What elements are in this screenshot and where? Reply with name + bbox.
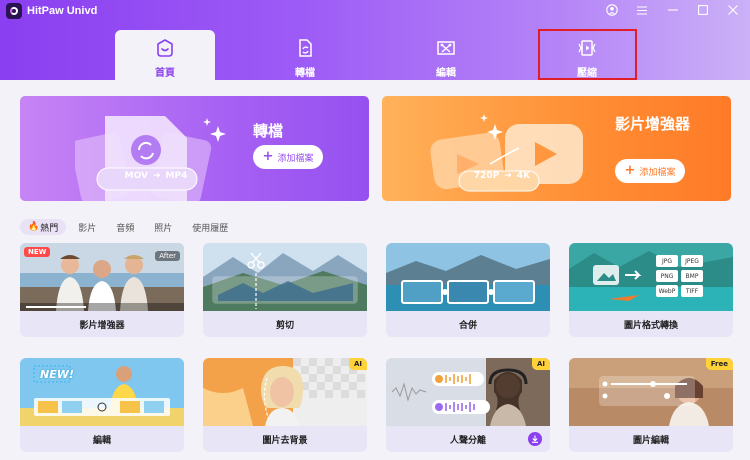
card-label: 編輯 [92,435,111,446]
tab-edit-label: 編輯 [436,68,456,79]
card-label: 圖片編輯 [632,435,669,446]
app-title: HitPaw Univd [27,5,98,17]
convert-banner[interactable]: MOV ➜ MP4 轉檔 + 添加檔案 [20,96,369,201]
card-cut[interactable]: 剪切 [203,243,367,337]
card-vocal-remover[interactable]: AI 人聲分離 [386,358,550,452]
merge-thumbnail [386,243,550,311]
format-chips: JPG JPEG PNG BMP WebP TIFF [656,255,726,297]
arrow-right-icon: ➜ [504,171,512,181]
tab-home[interactable]: 首頁 [115,30,215,80]
card-image-editor[interactable]: Free 圖片編輯 [569,358,733,452]
filter-audio[interactable]: 音頻 [108,219,142,235]
card-video-enhancer[interactable]: NEW After 影片增強器 [20,243,184,337]
convert-add-file-button[interactable]: + 添加檔案 [253,145,323,169]
enhance-add-file-button[interactable]: + 添加檔案 [615,159,685,183]
vocal-remover-thumbnail [386,358,550,426]
plus-icon: + [624,163,636,178]
resolution-from: 720P [473,171,500,181]
format-chip: BMP [681,270,703,282]
convert-add-file-label: 添加檔案 [277,153,314,164]
enhance-banner[interactable]: 720P ➜ 4K 影片增強器 + 添加檔案 [382,96,731,201]
menu-icon[interactable] [633,2,651,18]
card-label: 人聲分離 [449,435,486,446]
format-chip: PNG [656,270,678,282]
arrow-right-icon: ➜ [152,171,161,181]
filter-hot-label: 熱門 [40,223,59,234]
card-merge[interactable]: 合併 [386,243,550,337]
card-label: 合併 [458,320,477,331]
ai-badge: AI [348,358,367,370]
card-image-converter[interactable]: JPG JPEG PNG BMP WebP TIFF 圖片格式轉換 [569,243,733,337]
cut-thumbnail [203,243,367,311]
format-to: MP4 [165,171,188,181]
format-from: MOV [124,171,148,181]
tab-edit[interactable]: 編輯 [396,30,496,80]
enhance-banner-title: 影片增強器 [615,115,691,133]
minimize-icon[interactable] [664,2,682,18]
card-label: 影片增強器 [79,320,125,331]
card-label: 圖片去背景 [262,435,308,446]
tab-convert-label: 轉檔 [295,68,315,79]
enhance-resolution: 720P ➜ 4K [462,171,542,181]
format-chip: WebP [656,285,678,297]
filter-photo[interactable]: 照片 [146,219,180,235]
card-edit[interactable]: NEW! 編輯 [20,358,184,452]
filter-video[interactable]: 影片 [70,219,104,235]
format-chip: JPEG [681,255,703,267]
app-logo-icon [6,3,22,19]
card-label: 剪切 [275,320,294,331]
plus-icon: + [262,149,274,164]
new-sticker: NEW! [40,368,74,381]
edit-icon [437,41,455,55]
convert-icon [299,39,312,57]
format-chip: TIFF [681,285,703,297]
enhance-illustration [430,114,583,192]
home-icon [157,39,173,57]
new-badge: NEW [24,247,51,257]
filter-history[interactable]: 使用履歷 [184,219,236,235]
free-badge: Free [705,358,733,370]
tab-home-label: 首頁 [155,68,175,79]
app-header: HitPaw Univd 首頁 轉檔 編輯 壓縮 [0,0,750,80]
remove-background-thumbnail [203,358,367,426]
compress-tab-highlight [538,29,637,80]
maximize-icon[interactable] [694,2,712,18]
category-filters: 🔥 熱門 影片 音頻 照片 使用履歷 [20,219,240,235]
close-icon[interactable] [724,2,742,18]
card-label: 圖片格式轉換 [623,320,678,331]
convert-banner-title: 轉檔 [253,122,284,140]
filter-hot[interactable]: 🔥 熱門 [20,219,67,235]
tab-convert[interactable]: 轉檔 [255,30,355,80]
ai-badge: AI [531,358,550,370]
convert-formats: MOV ➜ MP4 [111,171,201,181]
fire-icon: 🔥 [28,222,40,232]
enhance-add-file-label: 添加檔案 [639,167,676,178]
format-chip: JPG [656,255,678,267]
convert-illustration [75,116,226,201]
account-icon[interactable] [603,2,621,18]
resolution-to: 4K [516,171,531,181]
card-remove-background[interactable]: AI 圖片去背景 [203,358,367,452]
after-label: After [155,251,180,261]
